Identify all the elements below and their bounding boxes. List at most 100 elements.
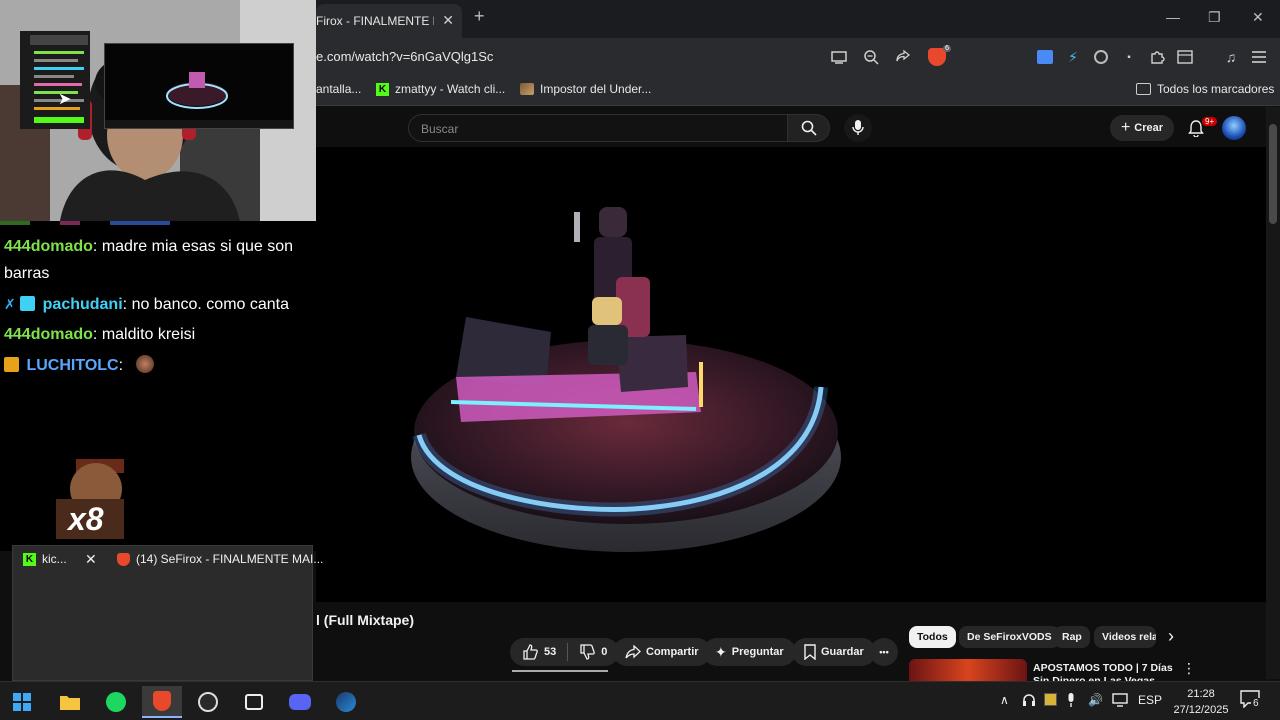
address-bar-row: e.com/watch?v=6nGaVQlg1Sc 6 ⚡ ▪ ♫ — [316, 38, 1280, 76]
chat-username: LUCHITOLC — [26, 357, 119, 374]
stream-chat-overlay: 444domado: madre mia esas si que son bar… — [0, 221, 316, 551]
notification-center-button[interactable]: 6 — [1240, 690, 1262, 710]
bookmark-item[interactable]: Impostor del Under... — [520, 82, 651, 96]
sidebar-icon[interactable] — [1174, 46, 1196, 68]
save-button[interactable]: Guardar — [792, 638, 876, 666]
minimize-button[interactable]: — — [1166, 9, 1180, 25]
bookmark-label: zmattyy - Watch cli... — [395, 82, 506, 96]
microphone-tray-icon[interactable] — [1066, 693, 1076, 710]
search-input[interactable]: Buscar — [408, 114, 788, 142]
tab-close-icon[interactable]: ✕ — [442, 12, 454, 29]
sparkle-icon: ✦ — [715, 643, 727, 660]
system-clock[interactable]: 21:28 27/12/2025 — [1170, 686, 1232, 718]
scrollbar-thumb[interactable] — [1269, 124, 1277, 224]
preview-kick-thumbnail[interactable]: ➤ — [20, 31, 90, 129]
preview-brave-header[interactable]: (14) SeFirox - FINALMENTE MAI... — [117, 552, 323, 566]
discord-button[interactable] — [280, 686, 320, 718]
dislike-button[interactable]: 0 — [579, 644, 607, 660]
volume-icon[interactable]: 🔊 — [1088, 693, 1103, 707]
folder-icon — [1136, 83, 1151, 95]
chip-todos[interactable]: Todos — [909, 626, 956, 648]
new-tab-button[interactable]: + — [474, 6, 485, 27]
tab-title: Firox - FINALMENTE M — [316, 14, 434, 28]
ask-button[interactable]: ✦ Preguntar — [703, 638, 796, 666]
clock-date: 27/12/2025 — [1173, 704, 1229, 716]
windows-start-button[interactable] — [2, 686, 42, 718]
search-button[interactable] — [788, 114, 830, 142]
browser-tab-active[interactable]: Firox - FINALMENTE M ✕ — [316, 4, 462, 38]
steam-button[interactable] — [326, 686, 366, 718]
cast-icon[interactable] — [828, 46, 850, 68]
all-bookmarks-button[interactable]: Todos los marcadores — [1136, 82, 1274, 96]
discord-icon — [289, 694, 311, 710]
chat-text: no banco. como canta — [131, 296, 289, 313]
chat-separator: : — [92, 326, 98, 343]
tray-app-icon[interactable] — [1044, 693, 1057, 706]
like-dislike-group: 53 0 — [510, 638, 620, 666]
vip-badge-icon — [4, 357, 19, 372]
browser-tab-bar: Firox - FINALMENTE M ✕ + — ❐ ✕ — [316, 0, 1280, 38]
create-button[interactable]: + Crear — [1110, 115, 1174, 141]
extension-two-icon[interactable] — [1090, 46, 1112, 68]
preview-brave-thumbnail[interactable] — [104, 43, 294, 129]
obs-button[interactable] — [188, 686, 228, 718]
zoom-icon[interactable] — [860, 46, 882, 68]
network-icon[interactable] — [1112, 693, 1128, 710]
kick-icon: K — [23, 552, 36, 566]
steam-icon — [336, 692, 356, 712]
folder-icon — [60, 696, 80, 710]
steam-client-button[interactable] — [234, 686, 274, 718]
menu-hamburger-icon[interactable] — [1248, 46, 1270, 68]
like-ratio-bar — [512, 670, 608, 672]
bookmark-icon — [804, 644, 816, 660]
chip-rap[interactable]: Rap — [1054, 626, 1090, 648]
like-count: 53 — [544, 646, 557, 658]
language-indicator[interactable]: ESP — [1138, 693, 1162, 707]
thumbs-down-icon — [580, 644, 596, 660]
chip-de-sefiroxvods[interactable]: De SeFiroxVODS — [959, 626, 1060, 648]
chat-separator: : — [118, 357, 124, 374]
brave-shield-badge: 6 — [943, 45, 951, 52]
headset-icon[interactable] — [1022, 693, 1036, 710]
recommended-menu-icon[interactable]: ⋮ — [1182, 660, 1196, 677]
bookmark-item[interactable]: K zmattyy - Watch cli... — [376, 82, 505, 96]
chat-username: 444domado — [4, 238, 93, 255]
preview-brave-title: (14) SeFirox - FINALMENTE MAI... — [136, 552, 324, 566]
spotify-button[interactable] — [96, 686, 136, 718]
chip-videos-relacionados[interactable]: Videos rela — [1094, 626, 1156, 648]
account-avatar[interactable] — [1222, 116, 1246, 140]
more-actions-button[interactable]: ••• — [870, 638, 898, 666]
preview-kick-title: kic... — [42, 552, 67, 566]
windows-logo-icon — [13, 693, 31, 711]
notification-count-badge: 6 — [1251, 698, 1261, 709]
mouse-cursor-icon: ➤ — [58, 91, 72, 108]
brave-icon — [153, 691, 171, 711]
voice-search-button[interactable] — [844, 114, 872, 142]
close-window-button[interactable]: ✕ — [1252, 9, 1264, 26]
share-button[interactable]: Compartir — [613, 638, 711, 666]
brave-shields-icon[interactable]: 6 — [926, 45, 951, 68]
extensions-puzzle-icon[interactable] — [1146, 46, 1168, 68]
media-music-icon[interactable]: ♫ — [1220, 46, 1242, 68]
youtube-header: Buscar + Crear 9+ — [316, 107, 1280, 147]
extension-three-icon[interactable]: ▪ — [1118, 46, 1140, 68]
translate-icon[interactable] — [1034, 46, 1056, 68]
emote-icon — [135, 355, 154, 373]
recommended-thumbnail[interactable] — [909, 659, 1027, 683]
share-page-icon[interactable] — [892, 46, 914, 68]
like-button[interactable]: 53 — [522, 644, 556, 660]
extension-one-icon[interactable]: ⚡ — [1062, 46, 1084, 68]
tray-overflow-icon[interactable]: ∧ — [1000, 693, 1009, 707]
url-field[interactable]: e.com/watch?v=6nGaVQlg1Sc — [316, 49, 493, 64]
video-player[interactable] — [316, 147, 1266, 602]
preview-close-icon[interactable]: ✕ — [85, 551, 97, 568]
chat-message: 444domado: madre mia esas si que son bar… — [4, 233, 312, 287]
preview-kick-header[interactable]: K kic... — [23, 552, 67, 566]
file-explorer-button[interactable] — [50, 686, 90, 718]
bookmark-item[interactable]: antalla... — [316, 82, 361, 96]
restore-button[interactable]: ❐ — [1208, 9, 1221, 26]
search-icon — [801, 120, 817, 136]
dislike-count: 0 — [601, 646, 608, 658]
brave-taskbar-button[interactable] — [142, 686, 182, 718]
chips-next-icon[interactable]: › — [1168, 626, 1174, 647]
